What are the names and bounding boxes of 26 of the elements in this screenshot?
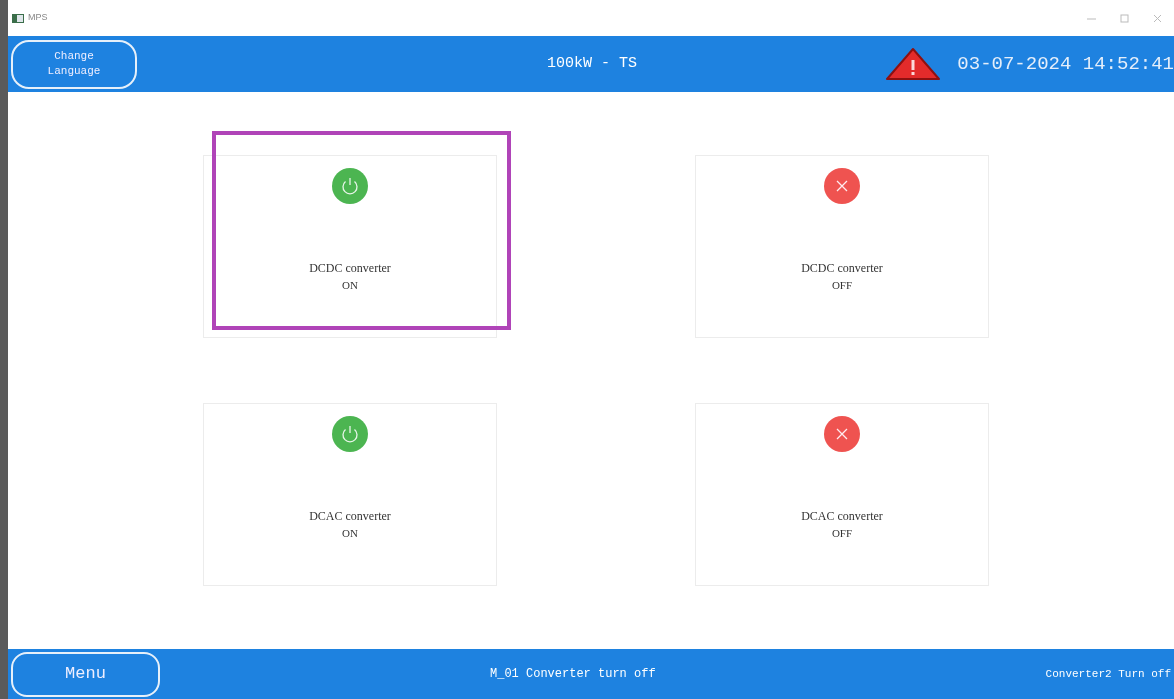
close-icon — [824, 168, 860, 204]
converter-card[interactable]: DCDC converter OFF — [695, 155, 989, 338]
header-title: 100kW - TS — [547, 53, 637, 74]
close-icon — [824, 416, 860, 452]
converter-name: DCDC converter — [309, 260, 391, 277]
converter-card[interactable]: DCAC converter ON — [203, 403, 497, 586]
converter-name: DCDC converter — [801, 260, 883, 277]
power-icon — [332, 168, 368, 204]
power-icon — [332, 416, 368, 452]
converter-card[interactable]: DCDC converter ON — [203, 155, 497, 338]
converter-status: OFF — [831, 526, 853, 541]
converter-card[interactable]: DCAC converter OFF — [695, 403, 989, 586]
maximize-icon[interactable] — [1120, 13, 1129, 23]
warning-icon[interactable] — [885, 47, 942, 81]
converter-status: OFF — [831, 278, 853, 293]
change-language-button[interactable]: Change Language — [11, 39, 137, 89]
footer-message: M_01 Converter turn off — [490, 666, 656, 683]
date-time: 03-07-2024 14:52:41 — [957, 51, 1174, 77]
converter-name: DCAC converter — [309, 508, 391, 525]
footer-status: Converter2 Turn off — [1045, 666, 1171, 682]
close-icon[interactable] — [1153, 13, 1162, 23]
converter-status: ON — [342, 526, 358, 541]
converter-name: DCAC converter — [801, 508, 883, 525]
converter-status: ON — [342, 278, 358, 293]
app-icon — [12, 13, 24, 23]
window-title: MPS — [28, 11, 48, 25]
